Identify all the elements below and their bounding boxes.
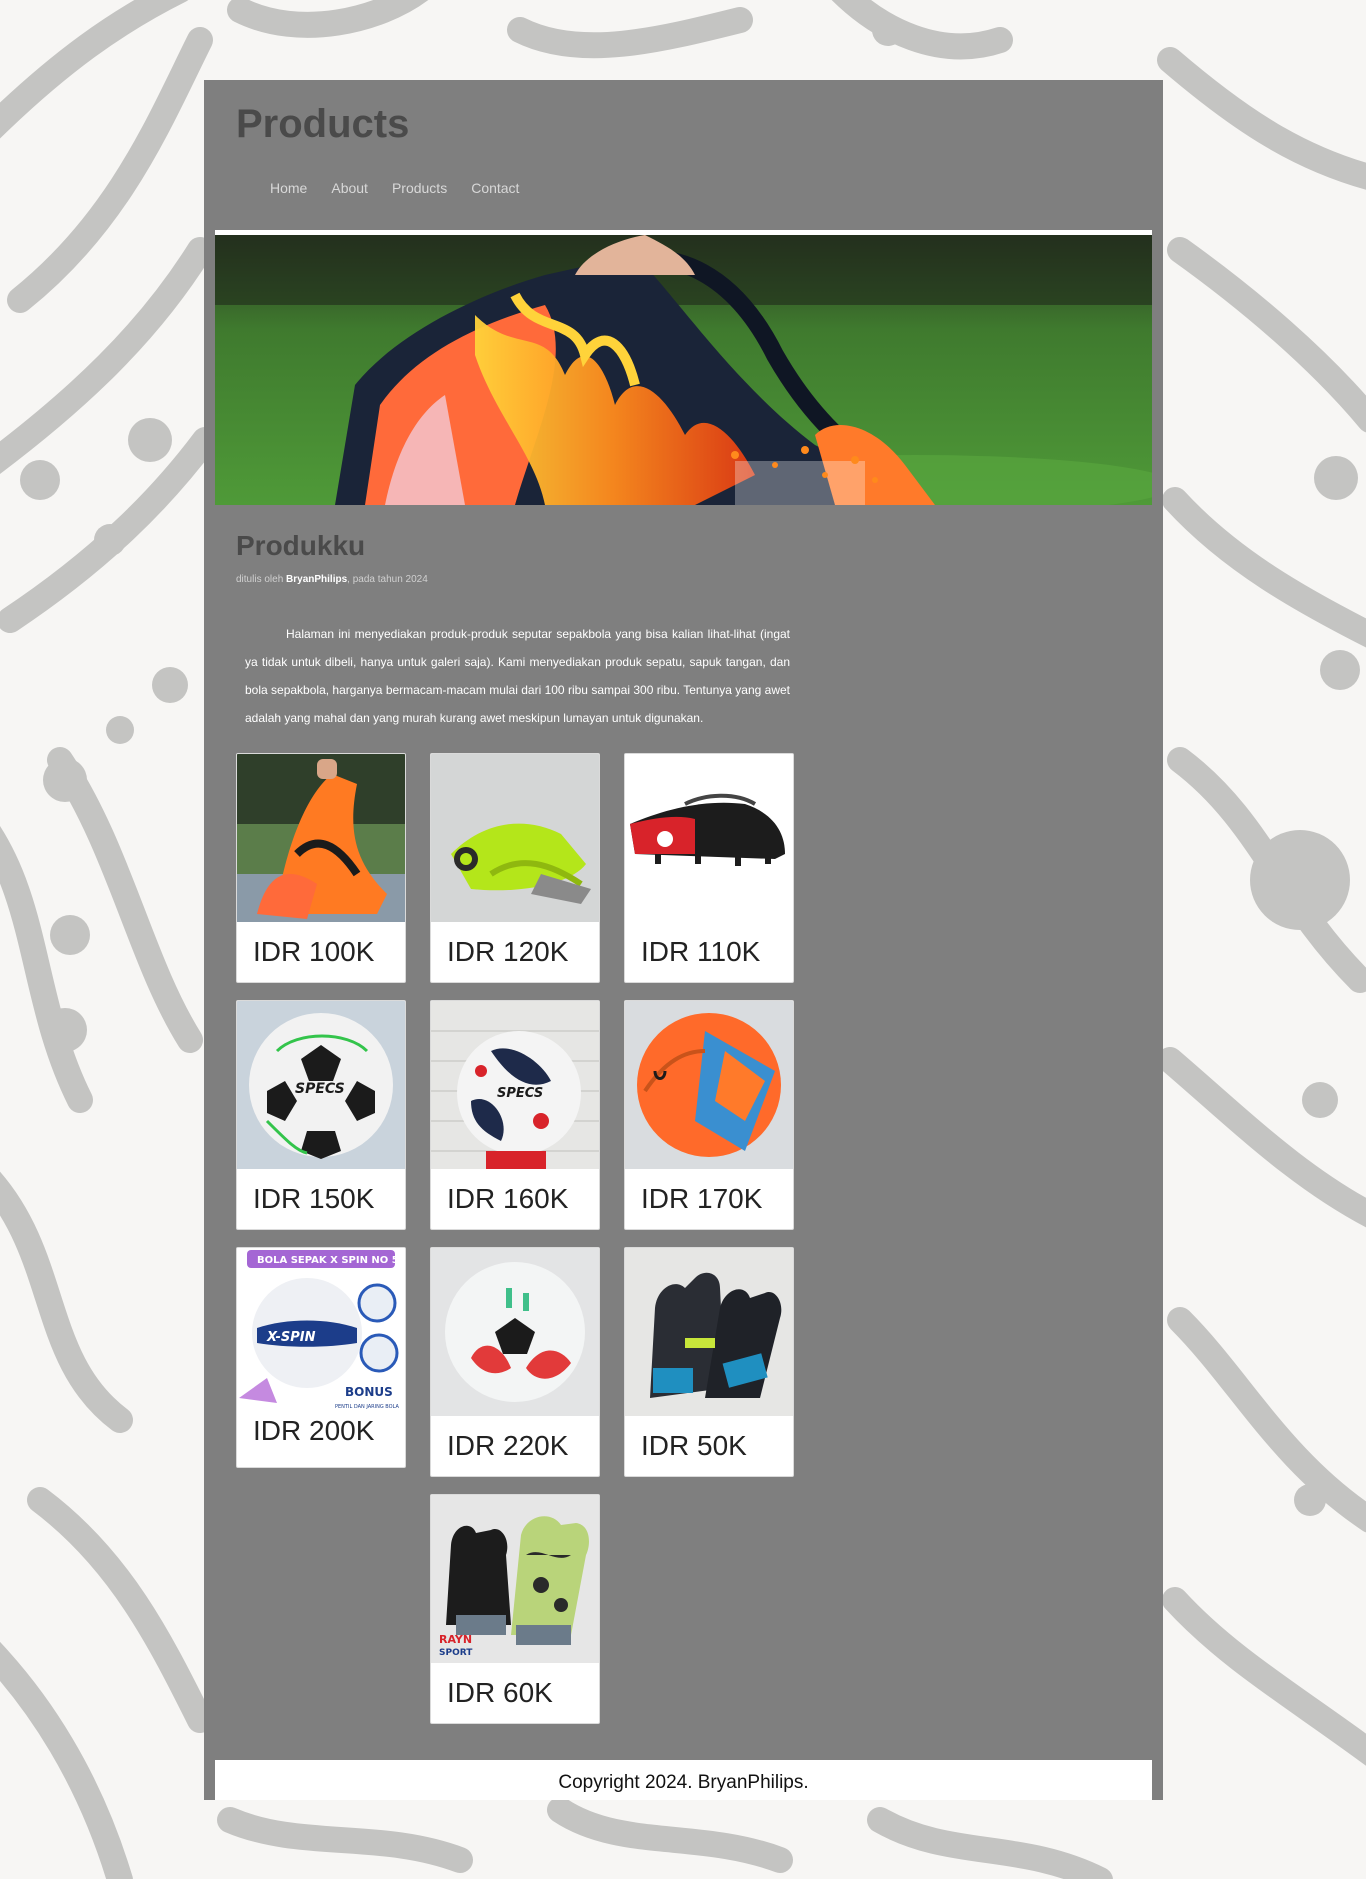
product-price: IDR 150K xyxy=(253,1183,375,1214)
product-card[interactable]: SPECS IDR 150K xyxy=(236,1000,406,1230)
product-card[interactable]: SPECS IDR 160K xyxy=(430,1000,600,1230)
product-price: IDR 110K xyxy=(641,936,761,967)
nav-home[interactable]: Home xyxy=(270,180,307,196)
site-header: Products Home About Products Contact xyxy=(204,80,1163,230)
nav-about[interactable]: About xyxy=(331,180,368,196)
lime-green-football-boots-photo xyxy=(431,754,599,922)
red-black-football-boot-photo xyxy=(625,754,793,922)
hero-banner-image xyxy=(215,235,1152,505)
byline-prefix: ditulis oleh xyxy=(236,574,287,585)
promo-brand-text: X-SPIN xyxy=(266,1330,316,1345)
nav-products[interactable]: Products xyxy=(392,180,447,196)
product-card[interactable]: IDR 100K xyxy=(236,753,406,983)
product-card[interactable]: RAYN SPORT IDR 60K xyxy=(430,1494,600,1724)
glove-brand-line2: SPORT xyxy=(439,1648,473,1658)
product-price: IDR 170K xyxy=(641,1183,763,1214)
product-price: IDR 60K xyxy=(447,1677,553,1708)
product-card[interactable]: BOLA SEPAK X SPIN NO 5 X-SPIN BONUS PENT… xyxy=(236,1247,406,1468)
glove-brand-line1: RAYN xyxy=(439,1633,472,1646)
article-title: Produkku xyxy=(236,530,366,561)
x-spin-soccer-ball-promo-photo: BOLA SEPAK X SPIN NO 5 X-SPIN BONUS PENT… xyxy=(237,1248,405,1416)
specs-white-soccer-ball-photo: SPECS xyxy=(237,1001,405,1169)
page-container: Products Home About Products Contact Pro… xyxy=(204,80,1163,1800)
product-price: IDR 220K xyxy=(447,1430,569,1461)
product-price: IDR 120K xyxy=(447,936,569,967)
ball-brand-text: SPECS xyxy=(497,1086,543,1101)
product-card[interactable]: IDR 50K xyxy=(624,1247,794,1477)
product-card[interactable]: IDR 170K xyxy=(624,1000,794,1230)
ball-brand-text: SPECS xyxy=(295,1081,345,1097)
orange-blue-soccer-ball-photo xyxy=(625,1001,793,1169)
product-price: IDR 160K xyxy=(447,1183,569,1214)
main-nav: Home About Products Contact xyxy=(270,180,543,196)
product-card[interactable]: IDR 120K xyxy=(430,753,600,983)
article-byline: ditulis oleh BryanPhilips, pada tahun 20… xyxy=(236,574,428,585)
product-price: IDR 100K xyxy=(253,936,375,967)
white-red-soccer-ball-photo xyxy=(431,1248,599,1416)
footer-copyright: Copyright 2024. BryanPhilips. xyxy=(215,1760,1152,1800)
site-title: Products xyxy=(236,102,410,146)
promo-top-text: BOLA SEPAK X SPIN NO 5 xyxy=(257,1255,399,1266)
byline-suffix: , pada tahun 2024 xyxy=(347,574,428,585)
product-card[interactable]: IDR 220K xyxy=(430,1247,600,1477)
nav-contact[interactable]: Contact xyxy=(471,180,519,196)
promo-bonus-sub: PENTIL DAN JARING BOLA xyxy=(335,1404,399,1410)
promo-bonus-text: BONUS xyxy=(345,1385,393,1399)
product-card[interactable]: IDR 110K xyxy=(624,753,794,983)
byline-author: BryanPhilips xyxy=(286,574,348,585)
orange-football-boots-photo xyxy=(237,754,405,922)
article-body: Halaman ini menyediakan produk-produk se… xyxy=(245,627,790,725)
product-price: IDR 50K xyxy=(641,1430,747,1461)
specs-graphic-soccer-ball-photo: SPECS xyxy=(431,1001,599,1169)
product-price: IDR 200K xyxy=(253,1415,375,1446)
patterned-goalkeeper-gloves-photo: RAYN SPORT xyxy=(431,1495,599,1663)
black-goalkeeper-gloves-photo xyxy=(625,1248,793,1416)
